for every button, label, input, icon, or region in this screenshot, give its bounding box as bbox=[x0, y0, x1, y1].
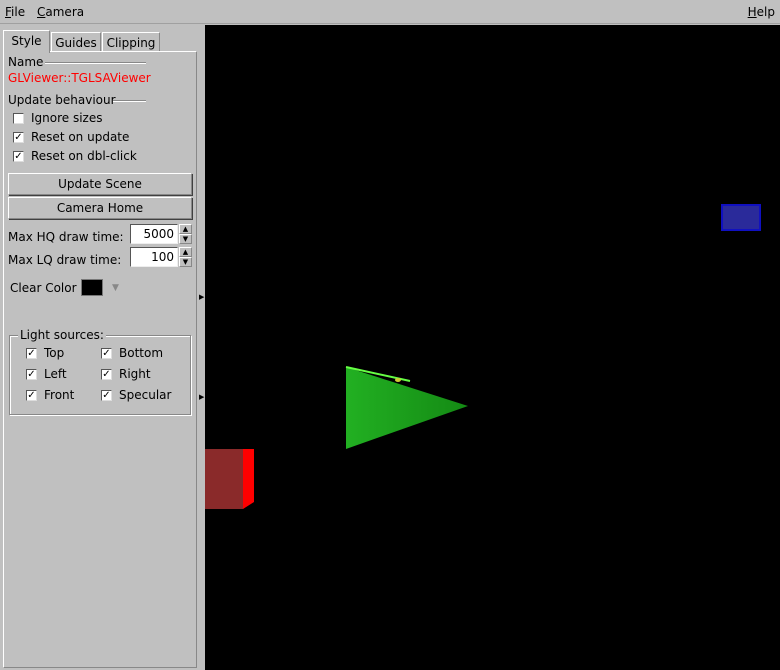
chevron-down-icon[interactable]: ▼ bbox=[112, 283, 119, 293]
light-left-checkbox[interactable]: ✓ bbox=[26, 369, 37, 380]
light-front-label: Front bbox=[44, 388, 75, 402]
update-behaviour-separator bbox=[113, 100, 146, 102]
expand-arrow-icon[interactable]: ▶ bbox=[199, 393, 204, 401]
name-separator bbox=[45, 62, 146, 64]
max-lq-label: Max LQ draw time: bbox=[8, 253, 122, 267]
light-bottom-label: Bottom bbox=[119, 346, 164, 360]
reset-on-dblclick-label: Reset on dbl-click bbox=[31, 149, 137, 163]
max-lq-input[interactable]: 100 bbox=[130, 247, 178, 267]
menu-bar: File Camera Help bbox=[0, 0, 780, 24]
max-lq-down-arrow-icon[interactable]: ▼ bbox=[179, 257, 192, 267]
gl-viewport[interactable] bbox=[205, 25, 780, 670]
collapse-arrow-icon[interactable]: ▶ bbox=[199, 293, 204, 301]
editor-panel: Style Guides Clipping Name GLViewer::TGL… bbox=[0, 25, 200, 670]
ignore-sizes-label: Ignore sizes bbox=[31, 111, 103, 125]
max-hq-label: Max HQ draw time: bbox=[8, 230, 124, 244]
light-right-checkbox[interactable]: ✓ bbox=[101, 369, 112, 380]
name-label: Name bbox=[8, 55, 44, 69]
light-right-label: Right bbox=[119, 367, 151, 381]
clear-color-label: Clear Color bbox=[10, 281, 77, 295]
light-sources-group: Light sources: ✓ Top ✓ Bottom ✓ Left ✓ R… bbox=[9, 328, 191, 415]
menu-file-label: ile bbox=[11, 5, 26, 19]
menu-file[interactable]: File bbox=[5, 5, 25, 19]
max-hq-input[interactable]: 5000 bbox=[130, 224, 178, 244]
camera-home-button[interactable]: Camera Home bbox=[8, 197, 192, 219]
scene-canvas bbox=[205, 204, 761, 509]
menu-help-label: elp bbox=[756, 5, 775, 19]
reset-on-update-label: Reset on update bbox=[31, 130, 130, 144]
menu-help[interactable]: Help bbox=[748, 5, 775, 19]
light-sources-title: Light sources: bbox=[18, 328, 106, 342]
viewer-name-value: GLViewer::TGLSAViewer bbox=[8, 71, 151, 85]
max-lq-up-arrow-icon[interactable]: ▲ bbox=[179, 247, 192, 257]
tab-clipping[interactable]: Clipping bbox=[102, 32, 160, 52]
max-lq-spinner: ▲ ▼ bbox=[179, 247, 192, 267]
reset-on-update-checkbox[interactable]: ✓ bbox=[13, 132, 24, 143]
light-left-label: Left bbox=[44, 367, 67, 381]
menu-camera-label: amera bbox=[45, 5, 85, 19]
update-scene-button[interactable]: Update Scene bbox=[8, 173, 192, 195]
max-hq-spinner: ▲ ▼ bbox=[179, 224, 192, 244]
ignore-sizes-checkbox[interactable] bbox=[13, 113, 24, 124]
menu-help-mnemonic: H bbox=[747, 5, 757, 19]
blue-box bbox=[721, 204, 761, 231]
light-bottom-checkbox[interactable]: ✓ bbox=[101, 348, 112, 359]
update-behaviour-label: Update behaviour bbox=[8, 93, 116, 107]
light-specular-label: Specular bbox=[119, 388, 172, 402]
red-box bbox=[205, 449, 254, 509]
menu-camera[interactable]: Camera bbox=[37, 5, 84, 19]
light-top-label: Top bbox=[44, 346, 65, 360]
light-front-checkbox[interactable]: ✓ bbox=[26, 390, 37, 401]
max-hq-up-arrow-icon[interactable]: ▲ bbox=[179, 224, 192, 234]
light-specular-checkbox[interactable]: ✓ bbox=[101, 390, 112, 401]
tab-style[interactable]: Style bbox=[3, 30, 50, 53]
light-top-checkbox[interactable]: ✓ bbox=[26, 348, 37, 359]
tab-guides[interactable]: Guides bbox=[51, 32, 101, 52]
max-hq-down-arrow-icon[interactable]: ▼ bbox=[179, 234, 192, 244]
reset-on-dblclick-checkbox[interactable]: ✓ bbox=[13, 151, 24, 162]
clear-color-swatch[interactable] bbox=[81, 279, 103, 296]
green-cone bbox=[345, 366, 468, 449]
